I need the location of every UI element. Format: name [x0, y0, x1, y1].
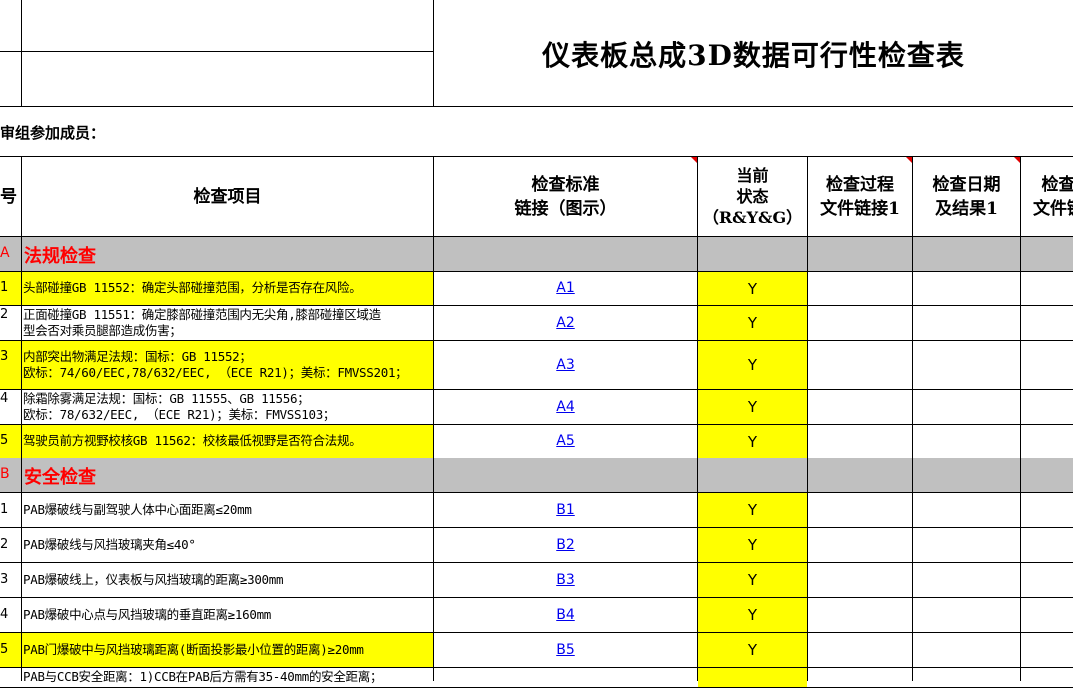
grid-line: [1020, 156, 1021, 681]
header-standard-line2: 链接（图示）: [514, 198, 617, 219]
status-value[interactable]: Y: [698, 641, 807, 659]
check-item-line: 正面碰撞GB 11551：确定膝部碰撞范围内无尖角,膝部碰撞区域造: [23, 307, 381, 322]
check-item-line: 欧标：78/632/EEC, （ECE R21)；美标：FMVSS103；: [23, 407, 336, 422]
check-item[interactable]: 内部突出物满足法规：国标：GB 11552； 欧标：74/60/EEC,78/63…: [23, 349, 431, 381]
row-number[interactable]: 4: [0, 391, 20, 406]
header-process-line1: 检查过程: [826, 174, 894, 195]
status-value[interactable]: Y: [698, 571, 807, 589]
status-value[interactable]: Y: [698, 501, 807, 519]
grid-line: [0, 51, 434, 52]
status-cell-bg: [698, 668, 807, 687]
row-number[interactable]: 3: [0, 572, 20, 587]
check-item-line: 型会否对乘员腿部造成伤害；: [23, 323, 182, 338]
header-date-result[interactable]: 检查日期 及结果1: [913, 157, 1020, 236]
row-number[interactable]: 1: [0, 280, 20, 295]
status-value[interactable]: Y: [698, 536, 807, 554]
header-date-line1: 检查日期: [932, 174, 1001, 195]
grid-line: [912, 156, 913, 681]
header-partial-line2: 文件链: [1033, 198, 1073, 219]
check-item[interactable]: 除霜除雾满足法规：国标：GB 11555、GB 11556； 欧标：78/632/…: [23, 391, 431, 423]
check-item-line: 除霜除雾满足法规：国标：GB 11555、GB 11556；: [23, 391, 310, 406]
header-status-line2: 状态: [736, 187, 769, 206]
check-item-line: PAB与CCB安全距离：1)CCB在PAB后方需有35-40mm的安全距离；: [23, 669, 383, 684]
check-item[interactable]: PAB爆破线与风挡玻璃夹角≤40°: [23, 537, 431, 553]
status-value[interactable]: Y: [698, 356, 807, 374]
header-status-line1: 当前: [736, 166, 769, 185]
header-process-file[interactable]: 检查过程 文件链接1: [808, 157, 912, 236]
check-item[interactable]: PAB爆破中心点与风挡玻璃的垂直距离≥160mm: [23, 607, 431, 623]
check-item-line: 头部碰撞GB 11552：确定头部碰撞范围，分析是否存在风险。: [23, 280, 362, 295]
check-item[interactable]: 正面碰撞GB 11551：确定膝部碰撞范围内无尖角,膝部碰撞区域造 型会否对乘员腿…: [23, 307, 431, 339]
section-letter[interactable]: A: [0, 245, 20, 261]
header-no[interactable]: 号: [0, 157, 21, 236]
grid-line: [697, 156, 698, 681]
check-item[interactable]: 驾驶员前方视野校核GB 11562：校核最低视野是否符合法规。: [23, 433, 431, 449]
header-item-text: 检查项目: [193, 186, 262, 207]
row-number[interactable]: 1: [0, 502, 20, 517]
check-item-line: PAB门爆破中与风挡玻璃距离(断面投影最小位置的距离)≥20mm: [23, 642, 364, 657]
grid-line: [433, 0, 434, 107]
status-value[interactable]: Y: [698, 398, 807, 416]
header-date-line2: 及结果1: [935, 198, 998, 219]
header-no-text: 号: [0, 186, 17, 207]
header-standard[interactable]: 检查标准 链接（图示）: [434, 157, 697, 236]
header-process-line2: 文件链接1: [820, 198, 900, 219]
check-item-line: 内部突出物满足法规：国标：GB 11552；: [23, 349, 252, 364]
row-number[interactable]: 2: [0, 537, 20, 552]
check-item[interactable]: PAB爆破线上，仪表板与风挡玻璃的距离≥300mm: [23, 572, 431, 588]
standard-link[interactable]: B3: [434, 572, 697, 588]
header-partial-line1: 检查: [1041, 174, 1073, 195]
standard-link[interactable]: A3: [434, 357, 697, 373]
standard-link[interactable]: A1: [434, 280, 697, 296]
standard-link[interactable]: B1: [434, 502, 697, 518]
grid-line: [21, 156, 22, 681]
row-number[interactable]: 3: [0, 349, 20, 364]
header-status-line3: （R&Y&G）: [702, 208, 803, 227]
check-item-line: PAB爆破线上，仪表板与风挡玻璃的距离≥300mm: [23, 572, 284, 587]
status-value[interactable]: Y: [698, 606, 807, 624]
row-number[interactable]: 2: [0, 307, 20, 322]
standard-link[interactable]: A4: [434, 399, 697, 415]
row-number[interactable]: 5: [0, 642, 20, 657]
status-value[interactable]: Y: [698, 280, 807, 298]
check-item[interactable]: PAB门爆破中与风挡玻璃距离(断面投影最小位置的距离)≥20mm: [23, 642, 431, 658]
row-number[interactable]: 4: [0, 607, 20, 622]
standard-link[interactable]: B4: [434, 607, 697, 623]
check-item-line: PAB爆破线与副驾驶人体中心面距离≤20mm: [23, 502, 252, 517]
grid-line: [0, 106, 1073, 107]
header-status[interactable]: 当前 状态 （R&Y&G）: [698, 157, 807, 236]
status-value[interactable]: Y: [698, 433, 807, 451]
check-item[interactable]: PAB爆破线与副驾驶人体中心面距离≤20mm: [23, 502, 431, 518]
grid-line: [807, 156, 808, 681]
standard-link[interactable]: A5: [434, 433, 697, 449]
header-standard-line1: 检查标准: [531, 174, 600, 195]
status-value[interactable]: Y: [698, 314, 807, 332]
check-item[interactable]: 头部碰撞GB 11552：确定头部碰撞范围，分析是否存在风险。: [23, 280, 431, 296]
sheet-title: 仪表板总成3D数据可行性检查表: [542, 38, 965, 72]
check-item-line: PAB爆破线与风挡玻璃夹角≤40°: [23, 537, 196, 552]
standard-link[interactable]: A2: [434, 315, 697, 331]
section-title[interactable]: 法规检查: [24, 242, 96, 268]
row-number[interactable]: 5: [0, 433, 20, 448]
grid-line: [433, 156, 434, 681]
grid-line: [21, 0, 22, 107]
review-members-label[interactable]: 审组参加成员：: [0, 122, 105, 143]
section-title[interactable]: 安全检查: [24, 463, 96, 489]
header-item[interactable]: 检查项目: [22, 157, 433, 236]
standard-link[interactable]: B2: [434, 537, 697, 553]
check-item-line: 欧标：74/60/EEC,78/632/EEC, （ECE R21)；美标：FM…: [23, 365, 408, 380]
check-item[interactable]: PAB与CCB安全距离：1)CCB在PAB后方需有35-40mm的安全距离；: [23, 669, 431, 685]
section-letter[interactable]: B: [0, 466, 20, 482]
check-item-line: PAB爆破中心点与风挡玻璃的垂直距离≥160mm: [23, 607, 272, 622]
standard-link[interactable]: B5: [434, 642, 697, 658]
check-item-line: 驾驶员前方视野校核GB 11562：校核最低视野是否符合法规。: [23, 433, 362, 448]
header-partial[interactable]: 检查 文件链: [1021, 157, 1073, 236]
